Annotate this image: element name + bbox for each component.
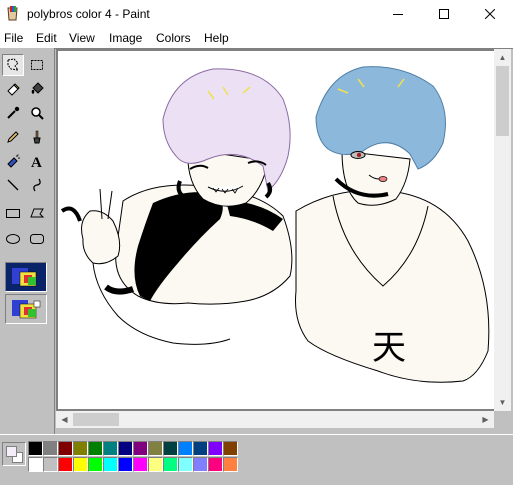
vertical-scrollbar[interactable]: ▲ ▼ [494, 49, 511, 411]
scroll-up-arrow-icon[interactable]: ▲ [494, 49, 511, 66]
horizontal-scroll-thumb[interactable] [73, 413, 119, 426]
maximize-icon [439, 9, 449, 19]
free-form-select-icon [7, 58, 20, 71]
magnifier-tool[interactable] [26, 102, 48, 124]
close-icon [485, 9, 495, 19]
palette-swatch[interactable] [133, 441, 148, 456]
fill-tool[interactable] [26, 78, 48, 100]
palette-swatch[interactable] [148, 457, 163, 472]
toolbox: A [0, 48, 55, 434]
line-tool[interactable] [2, 174, 24, 196]
menu-colors[interactable]: Colors [156, 31, 191, 45]
polygon-tool[interactable] [26, 202, 48, 224]
rounded-rectangle-icon [30, 234, 44, 244]
palette-swatch[interactable] [28, 441, 43, 456]
palette-swatch[interactable] [223, 441, 238, 456]
palette-swatch[interactable] [118, 441, 133, 456]
scroll-down-arrow-icon[interactable]: ▼ [494, 394, 511, 411]
opaque-selection-option[interactable] [5, 262, 47, 292]
palette-swatch[interactable] [28, 457, 43, 472]
ellipse-icon [6, 234, 20, 244]
scroll-left-arrow-icon[interactable]: ◀ [56, 411, 73, 428]
palette-swatch[interactable] [58, 441, 73, 456]
palette-swatch[interactable] [103, 457, 118, 472]
curve-tool[interactable] [26, 174, 48, 196]
palette-swatch[interactable] [88, 441, 103, 456]
airbrush-tool[interactable] [2, 150, 24, 172]
free-form-select-tool[interactable] [2, 54, 24, 76]
eraser-icon [7, 83, 20, 96]
palette-swatch[interactable] [58, 457, 73, 472]
scroll-right-arrow-icon[interactable]: ▶ [477, 411, 494, 428]
rounded-rectangle-tool[interactable] [26, 228, 48, 250]
paint-bucket-icon [31, 82, 44, 94]
palette-swatch[interactable] [43, 441, 58, 456]
palette-swatch[interactable] [148, 441, 163, 456]
close-button[interactable] [467, 0, 513, 28]
menu-image[interactable]: Image [109, 31, 142, 45]
foreground-color-swatch[interactable] [6, 446, 17, 457]
menu-edit[interactable]: Edit [36, 31, 57, 45]
palette-swatch[interactable] [73, 457, 88, 472]
airbrush-icon [7, 154, 20, 168]
vertical-scroll-thumb[interactable] [496, 66, 509, 136]
menu-view[interactable]: View [69, 31, 95, 45]
palette-swatch[interactable] [163, 457, 178, 472]
minimize-icon [393, 14, 403, 15]
rectangle-select-icon [31, 60, 43, 70]
transparent-selection-icon [12, 300, 41, 319]
palette-swatch[interactable] [223, 457, 238, 472]
brush-icon [33, 130, 41, 144]
palette-swatch[interactable] [118, 457, 133, 472]
pencil-tool[interactable] [2, 126, 24, 148]
canvas-viewport: 天 [56, 49, 494, 411]
transparent-selection-option[interactable] [5, 294, 47, 324]
minimize-button[interactable] [375, 0, 421, 28]
menu-bar: File Edit View Image Colors Help [0, 28, 513, 48]
opaque-selection-icon [12, 268, 37, 287]
title-bar: polybros color 4 - Paint [0, 0, 513, 28]
palette-swatch[interactable] [43, 457, 58, 472]
shirt-glyph: 天 [372, 328, 406, 368]
palette-swatch[interactable] [88, 457, 103, 472]
palette-swatch[interactable] [193, 457, 208, 472]
ellipse-tool[interactable] [2, 228, 24, 250]
rectangle-tool[interactable] [2, 202, 24, 224]
curve-icon [33, 178, 41, 192]
palette-swatch[interactable] [103, 441, 118, 456]
pencil-icon [7, 131, 19, 143]
palette-swatch[interactable] [73, 441, 88, 456]
menu-file[interactable]: File [4, 31, 23, 45]
polygon-icon [30, 208, 45, 218]
magnifier-icon [31, 107, 44, 120]
palette-swatch[interactable] [178, 441, 193, 456]
eraser-tool[interactable] [2, 78, 24, 100]
paint-bucket-icon [7, 6, 18, 21]
pick-color-tool[interactable] [2, 102, 24, 124]
palette-swatch[interactable] [193, 441, 208, 456]
palette-swatch[interactable] [208, 457, 223, 472]
window-title: polybros color 4 - Paint [27, 7, 150, 21]
horizontal-scrollbar[interactable]: ◀ ▶ [56, 411, 494, 428]
palette-swatch[interactable] [178, 457, 193, 472]
text-icon: A [31, 155, 42, 169]
select-tool[interactable] [26, 54, 48, 76]
scroll-corner [494, 411, 511, 428]
menu-help[interactable]: Help [204, 31, 229, 45]
drawing-canvas[interactable]: 天 [58, 51, 494, 409]
palette-swatch[interactable] [208, 441, 223, 456]
palette-swatch[interactable] [163, 441, 178, 456]
brush-tool[interactable] [26, 126, 48, 148]
line-icon [7, 179, 19, 191]
rectangle-icon [6, 209, 20, 218]
eyedropper-icon [7, 106, 20, 119]
text-tool[interactable]: A [26, 150, 48, 172]
maximize-button[interactable] [421, 0, 467, 28]
svg-text:A: A [31, 155, 42, 169]
current-colors[interactable] [2, 442, 26, 466]
palette-swatch[interactable] [133, 457, 148, 472]
